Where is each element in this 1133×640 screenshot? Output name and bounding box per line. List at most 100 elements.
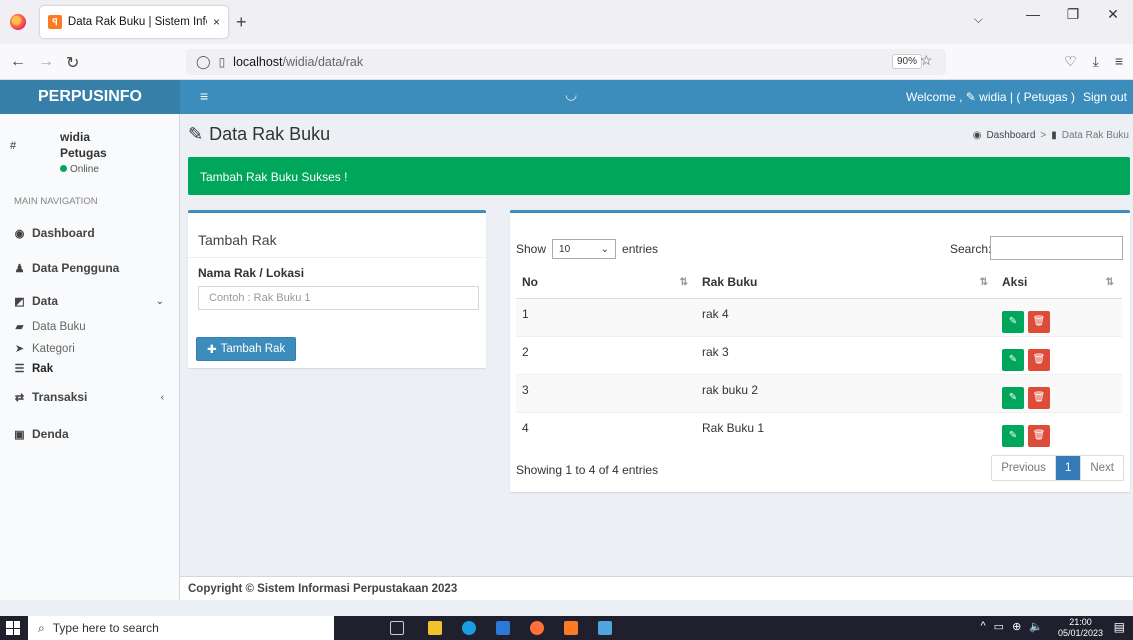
chevron-left-icon: ‹: [160, 391, 164, 403]
store-icon[interactable]: [496, 621, 510, 635]
box-divider: [188, 257, 486, 258]
delete-button[interactable]: 🗑: [1028, 310, 1050, 333]
edit-button[interactable]: ✎: [1002, 386, 1024, 409]
shield-icon[interactable]: ◯: [196, 54, 211, 70]
sidebar-item-data-buku[interactable]: ▰ Data Buku: [0, 320, 180, 334]
xampp-favicon-icon: ꟼ: [48, 15, 62, 29]
taskbar-clock[interactable]: 21:00 05/01/2023: [1058, 617, 1103, 639]
sidebar-item-denda[interactable]: ▣ Denda: [0, 427, 180, 441]
windows-taskbar: ⌕ Type here to search ^ ▭ ⊕ 🔈 21:00 05/0…: [0, 616, 1133, 640]
list-icon: ☰: [14, 363, 25, 375]
tab-list-chevron-icon[interactable]: ⌵: [974, 12, 983, 27]
search-input[interactable]: [990, 236, 1123, 260]
breadcrumb: ◉ Dashboard > ▮ Data Rak Buku: [973, 130, 1129, 141]
show-entries: Show 10 ⌄ entries: [516, 239, 658, 259]
task-view-icon[interactable]: [390, 621, 404, 635]
breadcrumb-dashboard[interactable]: Dashboard: [986, 130, 1035, 141]
delete-button[interactable]: 🗑: [1028, 386, 1050, 409]
delete-button[interactable]: 🗑: [1028, 348, 1050, 371]
money-icon: ▣: [14, 428, 25, 441]
user-status: Online: [60, 164, 99, 175]
forward-icon[interactable]: →: [38, 53, 54, 71]
edit-icon: ✎: [188, 124, 204, 144]
edit-button[interactable]: ✎: [1002, 310, 1024, 333]
browser-navbar: ← → ↻ ◯ ▯ localhost/widia/data/rak 90% ☆…: [0, 44, 1133, 80]
network-icon[interactable]: ⊕: [1012, 620, 1021, 633]
sidebar-item-rak[interactable]: ☰ Rak: [0, 362, 180, 376]
edit-button[interactable]: ✎: [1002, 348, 1024, 371]
column-rak-buku[interactable]: Rak Buku ⇅: [696, 267, 996, 299]
new-tab-button[interactable]: +: [236, 12, 247, 33]
breadcrumb-separator: >: [1040, 130, 1047, 141]
entries-select[interactable]: 10 ⌄: [552, 239, 617, 259]
xampp-taskbar-icon[interactable]: [564, 621, 578, 635]
browser-tabbar: ꟼ Data Rak Buku | Sistem Informa × + ⌵ —…: [0, 0, 1133, 44]
column-no[interactable]: No ⇅: [516, 267, 696, 299]
back-icon[interactable]: ←: [10, 53, 26, 71]
url-bar[interactable]: ◯ ▯ localhost/widia/data/rak: [186, 49, 946, 75]
delete-button[interactable]: 🗑: [1028, 424, 1050, 447]
cell-rak: rak buku 2: [696, 373, 996, 412]
battery-icon[interactable]: ▭: [994, 620, 1004, 633]
firefox-taskbar-icon[interactable]: [530, 621, 544, 635]
column-aksi[interactable]: Aksi ⇅: [996, 267, 1122, 299]
rak-name-input[interactable]: [198, 286, 479, 310]
sidebar-item-dashboard[interactable]: ◉ Dashboard: [0, 226, 180, 240]
cell-no: 3: [516, 373, 696, 412]
taskbar-search[interactable]: ⌕ Type here to search: [28, 616, 334, 640]
sort-icon: ⇅: [1105, 277, 1114, 288]
tag-icon: ➤: [14, 343, 25, 355]
plus-icon: ✚: [207, 344, 217, 356]
cell-rak: rak 3: [696, 335, 996, 374]
sidebar: # widia Petugas Online MAIN NAVIGATION ◉…: [0, 114, 180, 600]
page-title: ✎ Data Rak Buku: [188, 124, 331, 144]
dashboard-icon: ◉: [972, 130, 982, 141]
volume-icon[interactable]: 🔈: [1029, 620, 1043, 633]
welcome-text[interactable]: Welcome , ✎ widia | ( Petugas ): [906, 90, 1075, 104]
search-label: Search:: [950, 242, 992, 256]
tab-close-icon[interactable]: ×: [213, 15, 220, 29]
chevron-down-icon: ⌄: [600, 243, 610, 255]
sidebar-item-transaksi[interactable]: ⇄ Transaksi ‹: [0, 390, 180, 404]
window-close-icon[interactable]: ✕: [1093, 6, 1133, 23]
rak-name-label: Nama Rak / Lokasi: [198, 266, 305, 280]
firefox-icon[interactable]: [10, 14, 26, 30]
page-1-button[interactable]: 1: [1054, 456, 1082, 480]
menu-icon[interactable]: ≡: [1115, 53, 1123, 70]
chevron-up-icon[interactable]: ^: [981, 620, 986, 633]
table-header-row: No ⇅ Rak Buku ⇅ Aksi ⇅: [516, 267, 1122, 299]
edit-square-icon: ◩: [14, 295, 25, 308]
minimize-icon[interactable]: —: [1013, 6, 1053, 23]
add-rak-button[interactable]: ✚ Tambah Rak: [196, 337, 297, 361]
browser-tab[interactable]: ꟼ Data Rak Buku | Sistem Informa ×: [40, 6, 228, 38]
menu-header: MAIN NAVIGATION: [14, 196, 98, 207]
zoom-level[interactable]: 90%: [892, 54, 923, 69]
sort-asc-icon: ⇅: [679, 277, 688, 288]
restore-icon[interactable]: ❐: [1053, 6, 1093, 23]
loading-icon: ◡: [565, 86, 578, 102]
cell-aksi: ✎ 🗑: [996, 335, 1122, 374]
sidebar-item-data[interactable]: ◩ Data ⌄: [0, 294, 180, 308]
windows-start-icon[interactable]: [6, 621, 20, 635]
pocket-icon[interactable]: ♡: [1064, 53, 1077, 70]
edge-icon[interactable]: [462, 621, 476, 635]
app-logo[interactable]: PERPUSINFO: [0, 80, 180, 114]
rak-table-box: Show 10 ⌄ entries Search: No ⇅ Rak Buku ⇅ …: [510, 210, 1130, 492]
cell-no: 4: [516, 411, 696, 450]
edit-button[interactable]: ✎: [1002, 424, 1024, 447]
photos-icon[interactable]: [598, 621, 612, 635]
notification-icon[interactable]: ▤: [1114, 620, 1125, 634]
online-dot-icon: [60, 165, 67, 172]
previous-page-button[interactable]: Previous: [992, 456, 1055, 480]
file-explorer-icon[interactable]: [428, 621, 442, 635]
user-role: Petugas: [60, 146, 107, 160]
sidebar-item-kategori[interactable]: ➤ Kategori: [0, 342, 180, 356]
next-page-button[interactable]: Next: [1081, 456, 1123, 480]
signout-link[interactable]: Sign out: [1083, 90, 1127, 104]
bookmark-star-icon[interactable]: ☆: [920, 52, 933, 69]
downloads-icon[interactable]: ⤓: [1093, 53, 1099, 70]
app-header: PERPUSINFO ≡ ◡ Welcome , ✎ widia | ( Pet…: [0, 80, 1133, 114]
sidebar-item-data-pengguna[interactable]: ♟ Data Pengguna: [0, 261, 180, 275]
reload-icon[interactable]: ↻: [66, 53, 79, 73]
sidebar-toggle-icon[interactable]: ≡: [200, 88, 208, 104]
